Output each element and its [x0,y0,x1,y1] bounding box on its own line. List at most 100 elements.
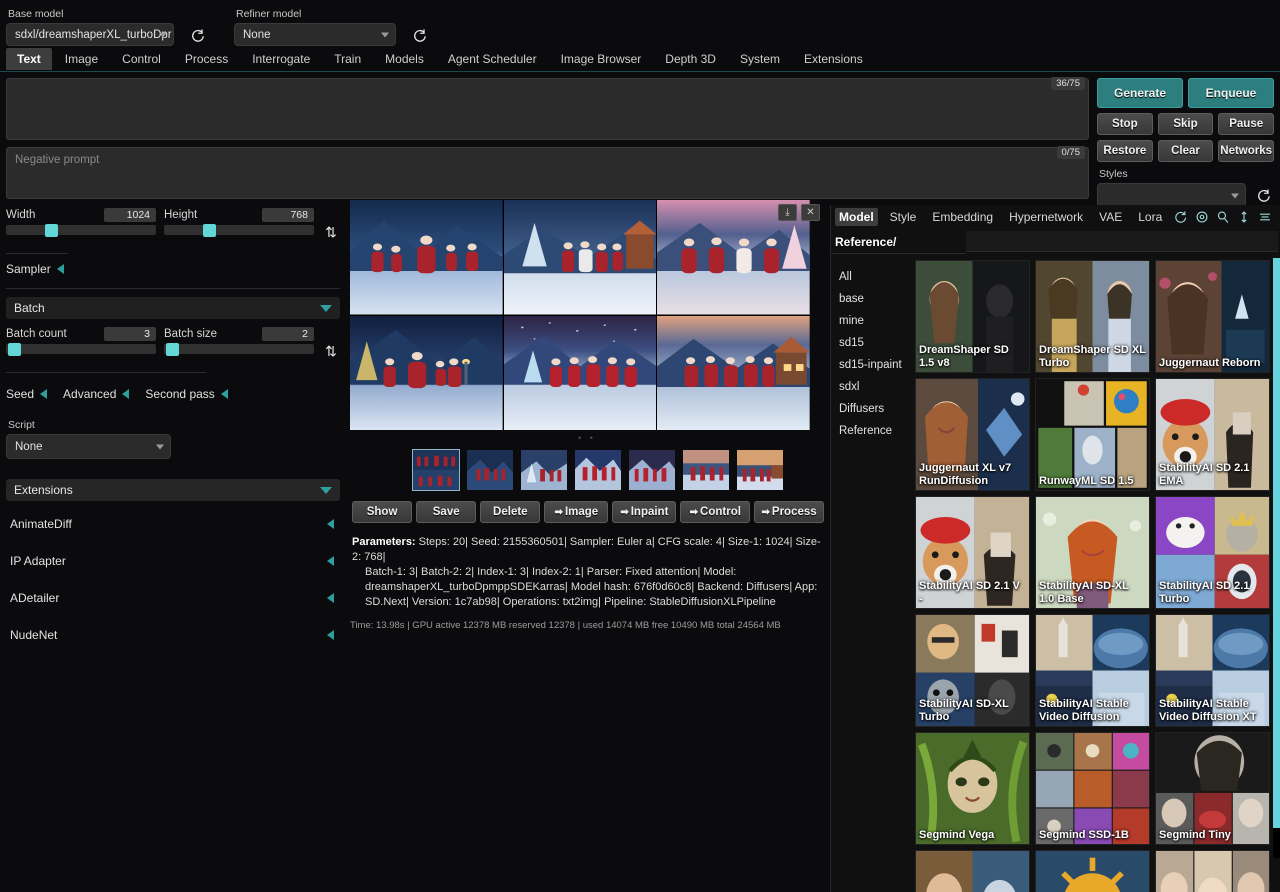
base-model-refresh-button[interactable] [186,24,208,46]
swap-batch-icon[interactable]: ⇅ [322,327,340,360]
tree-item-sd15-inpaint[interactable]: sd15-inpaint [839,354,915,376]
width-slider[interactable] [6,224,156,237]
thumbnail-item[interactable] [574,449,622,491]
tab-control[interactable]: Control [111,48,172,70]
close-icon[interactable]: ✕ [801,204,820,221]
send-to-control-button[interactable]: ➡ Control [680,501,751,523]
tree-item-base[interactable]: base [839,288,915,310]
stop-button[interactable]: Stop [1097,113,1153,135]
gallery-image[interactable] [503,315,657,430]
extension-animatediff[interactable]: AnimateDiff [6,509,340,539]
pause-button[interactable]: Pause [1218,113,1275,135]
styles-refresh-button[interactable] [1252,185,1274,207]
tree-item-diffusers[interactable]: Diffusers [839,398,915,420]
enqueue-button[interactable]: Enqueue [1188,78,1274,108]
sort-icon[interactable] [1237,210,1251,224]
networks-scrollbar[interactable] [1273,258,1280,858]
model-card[interactable]: StabilityAI SD 2.1 V - [915,496,1030,609]
batch-accordion[interactable]: Batch [6,297,340,319]
gallery-image[interactable] [350,315,503,430]
advanced-accordion[interactable]: Advanced [63,387,130,401]
search-icon[interactable] [1216,210,1230,224]
model-card[interactable]: DreamShaper SD 1.5 v8 [915,260,1030,373]
thumbnail-item[interactable] [628,449,676,491]
model-card[interactable]: Segmind Vega [915,732,1030,845]
download-icon[interactable]: ⤓ [778,204,797,221]
base-model-select[interactable]: sdxl/dreamshaperXL_turboDpr [6,23,174,46]
tab-interrogate[interactable]: Interrogate [241,48,321,70]
clear-button[interactable]: Clear [1157,140,1214,162]
delete-button[interactable]: Delete [480,501,541,523]
width-slider-thumb[interactable] [45,224,58,237]
network-tab-embedding[interactable]: Embedding [928,208,997,226]
tree-item-sdxl[interactable]: sdxl [839,376,915,398]
tree-item-reference[interactable]: Reference [839,420,915,442]
network-search-input[interactable] [966,231,1278,252]
network-tab-vae[interactable]: VAE [1095,208,1126,226]
model-card[interactable]: DreamShaper SD XL Turbo [1035,260,1150,373]
second-pass-accordion[interactable]: Second pass [145,387,228,401]
model-card[interactable]: RunwayML SD 1.5 [1035,378,1150,491]
model-card[interactable]: Juggernaut Reborn [1155,260,1270,373]
tab-image-browser[interactable]: Image Browser [550,48,653,70]
tab-train[interactable]: Train [323,48,372,70]
width-value[interactable]: 1024 [104,208,156,222]
thumbnail-item[interactable] [736,449,784,491]
model-card[interactable]: StabilityAI SD 2.1 Turbo [1155,496,1270,609]
send-to-process-button[interactable]: ➡ Process [754,501,824,523]
batch-count-value[interactable]: 3 [104,327,156,341]
tree-item-sd15[interactable]: sd15 [839,332,915,354]
height-slider-thumb[interactable] [203,224,216,237]
gallery-image[interactable] [350,200,503,315]
model-card[interactable]: Juggernaut XL v7 RunDiffusion [915,378,1030,491]
model-card[interactable]: Segmind Tiny [1155,732,1270,845]
refresh-icon[interactable] [1174,210,1188,224]
model-card[interactable]: StabilityAI Stable Video Diffusion [1035,614,1150,727]
generate-button[interactable]: Generate [1097,78,1183,108]
extensions-accordion[interactable]: Extensions [6,479,340,501]
thumbnail-item[interactable] [520,449,568,491]
height-slider[interactable] [164,224,314,237]
refiner-model-refresh-button[interactable] [408,24,430,46]
positive-prompt-input[interactable] [6,78,1089,140]
batch-count-slider-thumb[interactable] [7,343,21,356]
script-select[interactable]: None [6,434,171,459]
tree-item-mine[interactable]: mine [839,310,915,332]
extension-nudenet[interactable]: NudeNet [6,620,340,650]
show-button[interactable]: Show [352,501,413,523]
tab-system[interactable]: System [729,48,791,70]
network-tab-lora[interactable]: Lora [1134,208,1166,226]
network-tab-style[interactable]: Style [886,208,921,226]
model-card[interactable] [1155,850,1270,892]
thumbnail-item[interactable] [682,449,730,491]
extension-ip-adapter[interactable]: IP Adapter [6,546,340,576]
refiner-model-select[interactable]: None [234,23,396,46]
network-tab-model[interactable]: Model [835,208,878,226]
gallery-image[interactable] [503,200,657,315]
model-card[interactable] [915,850,1030,892]
batch-size-value[interactable]: 2 [262,327,314,341]
tree-item-all[interactable]: All [839,266,915,288]
list-icon[interactable] [1258,210,1272,224]
target-icon[interactable] [1195,210,1209,224]
batch-count-slider[interactable] [6,343,156,356]
send-to-inpaint-button[interactable]: ➡ Inpaint [612,501,677,523]
model-card[interactable]: StabilityAI SD-XL 1.0 Base [1035,496,1150,609]
model-card[interactable]: StabilityAI SD-XL Turbo [915,614,1030,727]
model-card[interactable]: Segmind SSD-1B [1035,732,1150,845]
sampler-accordion[interactable]: Sampler [6,262,340,276]
networks-button[interactable]: Networks [1218,140,1275,162]
height-value[interactable]: 768 [262,208,314,222]
network-tab-hypernetwork[interactable]: Hypernetwork [1005,208,1087,226]
negative-prompt-input[interactable] [6,147,1089,199]
tab-image[interactable]: Image [54,48,109,70]
tab-models[interactable]: Models [374,48,435,70]
save-button[interactable]: Save [416,501,477,523]
tab-agent-scheduler[interactable]: Agent Scheduler [437,48,548,70]
model-card[interactable]: StabilityAI Stable Video Diffusion XT [1155,614,1270,727]
send-to-image-button[interactable]: ➡ Image [544,501,609,523]
swap-dimensions-icon[interactable]: ⇅ [322,208,340,241]
model-card[interactable]: StabilityAI SD 2.1 EMA [1155,378,1270,491]
batch-size-slider-thumb[interactable] [165,343,179,356]
tab-process[interactable]: Process [174,48,239,70]
